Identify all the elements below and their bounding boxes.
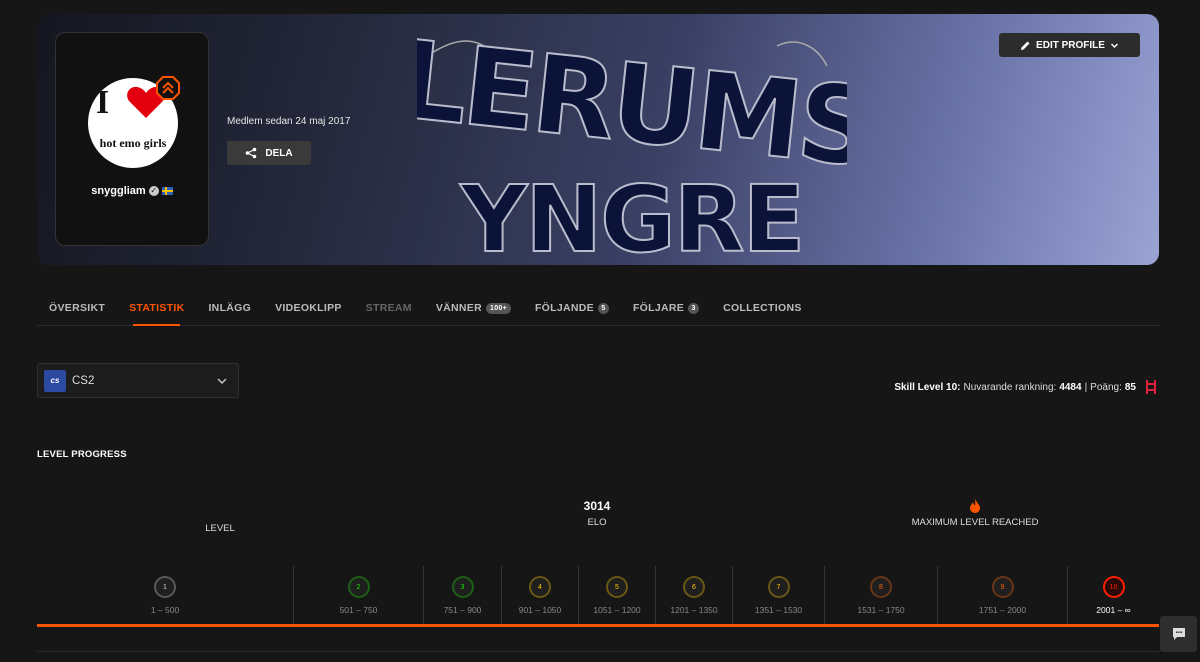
tab-label: FÖLJANDE — [534, 302, 594, 314]
edit-profile-button[interactable]: EDIT PROFILE — [999, 33, 1140, 57]
chat-icon — [1172, 628, 1185, 640]
username-row: snyggliam ✓ — [56, 185, 208, 197]
share-button[interactable]: DELA — [227, 141, 311, 165]
level-6-icon: 6 — [683, 576, 705, 598]
level-4-icon: 4 — [529, 576, 551, 598]
avatar-text-i: I — [96, 84, 110, 121]
rank-value: 4484 — [1059, 381, 1082, 393]
tab-collections[interactable]: COLLECTIONS — [711, 290, 814, 326]
level-range: 1351 – 1530 — [754, 605, 803, 615]
elo-label: ELO — [587, 517, 607, 528]
elo-value: 3014 — [583, 499, 611, 513]
elo-progress-fill — [37, 624, 1159, 627]
level-range: 1051 – 1200 — [593, 605, 641, 615]
max-level-label: MAXIMUM LEVEL REACHED — [911, 517, 1039, 528]
rank-label: Nuvarande rankning: — [963, 381, 1057, 393]
level-2-icon: 2 — [347, 576, 370, 598]
level-segment-9: 9 1751 – 2000 — [938, 566, 1068, 624]
sweden-flag-icon — [161, 187, 173, 196]
tab-statistik[interactable]: STATISTIK — [117, 290, 196, 326]
level-label: LEVEL — [205, 523, 235, 534]
skill-summary: Skill Level 10: Nuvarande rankning: 4484… — [894, 380, 1159, 394]
game-select-value: CS2 — [72, 374, 95, 387]
level-segment-2: 2 501 – 750 — [294, 566, 424, 624]
tab-label: STREAM — [365, 302, 412, 314]
count-badge: 3 — [688, 303, 700, 314]
points-label: Poäng: — [1090, 381, 1122, 393]
share-icon — [246, 147, 257, 159]
pencil-icon — [1021, 41, 1030, 50]
cs2-logo-icon: cs — [44, 369, 66, 392]
count-badge: 100+ — [486, 303, 511, 314]
username: snyggliam — [91, 185, 146, 197]
tab-label: VIDEOKLIPP — [275, 302, 342, 314]
level-range: 901 – 1050 — [518, 605, 562, 615]
level-1-icon: 1 — [154, 576, 176, 598]
level-progress-bar: 1 1 – 500 2 501 – 750 3 751 – 900 4 901 – 1050 5… — [37, 566, 1159, 624]
faceit-ladder-icon — [1146, 380, 1156, 394]
profile-banner: LERUMS YNGRE I hot emo girls snyggliam ✓ … — [37, 14, 1159, 265]
avatar-card: I hot emo girls snyggliam ✓ — [55, 32, 209, 246]
tab-label: FÖLJARE — [632, 302, 685, 314]
skill-level-label: Skill Level 10: — [894, 381, 961, 393]
tab-foljande[interactable]: FÖLJANDE 5 — [523, 290, 621, 326]
level-3-icon: 3 — [451, 576, 474, 598]
tab-label: VÄNNER — [435, 302, 482, 314]
separator: | — [1084, 381, 1088, 393]
edit-profile-label: EDIT PROFILE — [1036, 39, 1105, 51]
tab-inlagg[interactable]: INLÄGG — [196, 290, 263, 326]
chevron-down-icon — [217, 378, 227, 384]
level-range: 1 – 500 — [150, 605, 180, 615]
level-range: 1201 – 1350 — [670, 605, 718, 615]
level-range: 501 – 750 — [339, 605, 378, 615]
level-range: 751 – 900 — [443, 605, 482, 615]
share-label: DELA — [265, 147, 293, 159]
level-segment-8: 8 1531 – 1750 — [825, 566, 938, 624]
tab-videoklipp[interactable]: VIDEOKLIPP — [263, 290, 354, 326]
tab-label: INLÄGG — [208, 302, 252, 314]
level-5-icon: 5 — [606, 576, 628, 598]
chevron-down-icon — [1110, 43, 1118, 48]
tab-label: STATISTIK — [129, 302, 185, 314]
level-segment-1: 1 1 – 500 — [37, 566, 294, 624]
level-range: 2001 – ∞ — [1096, 605, 1131, 615]
level-7-icon: 7 — [767, 576, 790, 598]
points-value: 85 — [1124, 381, 1136, 393]
level-range: 1531 – 1750 — [857, 605, 905, 615]
tab-oversikt[interactable]: ÖVERSIKT — [37, 290, 117, 326]
level-9-icon: 9 — [991, 576, 1014, 598]
tab-label: COLLECTIONS — [723, 302, 802, 314]
level-segment-5: 5 1051 – 1200 — [579, 566, 656, 624]
tab-foljare[interactable]: FÖLJARE 3 — [621, 290, 711, 326]
level-segment-7: 7 1351 – 1530 — [733, 566, 825, 624]
level-8-icon: 8 — [870, 576, 892, 598]
divider — [37, 651, 1159, 652]
level-badge-icon — [156, 76, 180, 100]
game-select[interactable]: cs CS2 — [37, 363, 239, 398]
level-segment-6: 6 1201 – 1350 — [656, 566, 733, 624]
profile-tabs: ÖVERSIKT STATISTIK INLÄGG VIDEOKLIPP STR… — [37, 290, 1159, 326]
chat-button[interactable] — [1160, 616, 1197, 652]
count-badge: 5 — [597, 303, 609, 314]
tab-label: ÖVERSIKT — [49, 302, 106, 314]
svg-text:YNGRE: YNGRE — [460, 166, 804, 265]
level-segment-3: 3 751 – 900 — [424, 566, 502, 624]
level-progress-title: LEVEL PROGRESS — [37, 449, 127, 460]
level-segment-4: 4 901 – 1050 — [502, 566, 579, 624]
banner-artwork: LERUMS YNGRE — [417, 26, 847, 265]
flame-icon — [970, 499, 980, 513]
level-segment-10: 10 2001 – ∞ — [1068, 566, 1159, 624]
level-10-icon: 10 — [1102, 576, 1125, 598]
verified-icon: ✓ — [148, 186, 159, 197]
tab-stream[interactable]: STREAM — [354, 290, 424, 326]
tab-vanner[interactable]: VÄNNER 100+ — [424, 290, 523, 326]
level-range: 1751 – 2000 — [978, 605, 1027, 615]
member-since: Medlem sedan 24 maj 2017 — [227, 116, 351, 127]
avatar-text-hot-emo-girls: hot emo girls — [99, 136, 167, 150]
